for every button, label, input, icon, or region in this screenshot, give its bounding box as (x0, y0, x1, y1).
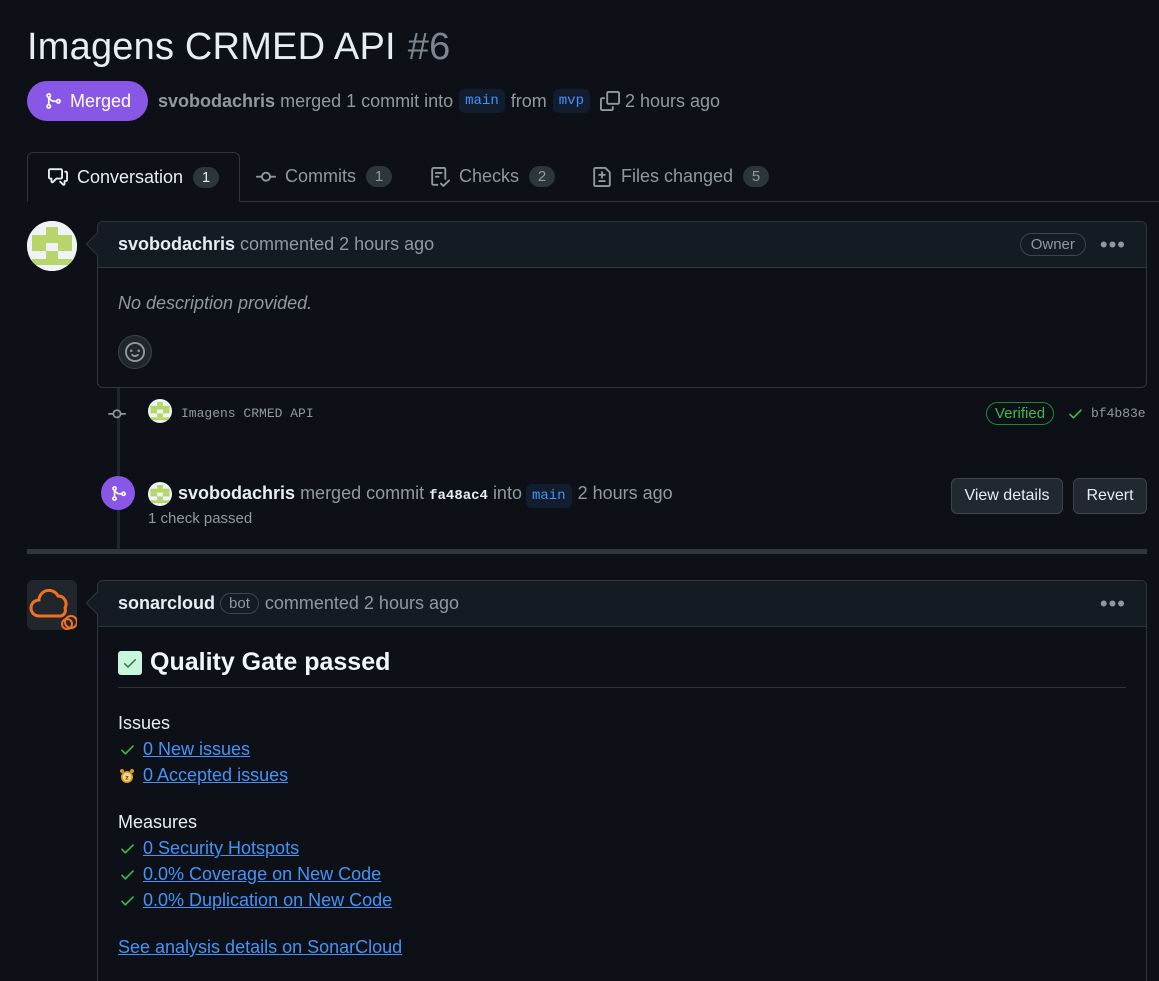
tab-counter: 5 (743, 166, 770, 187)
comment-body: No description provided. (118, 293, 313, 313)
comment-box: svobodachris commented 2 hours ago Owner… (85, 221, 1147, 388)
revert-button[interactable]: Revert (1073, 478, 1147, 514)
merge-event-text: svobodachris merged commit fa48ac4 into m… (178, 483, 673, 508)
identicon-icon (27, 221, 77, 271)
tab-label: Files changed (621, 166, 734, 186)
avatar[interactable] (148, 399, 172, 423)
merge-time: 2 hours ago (577, 483, 673, 503)
tab-counter: 1 (193, 166, 220, 188)
check-icon (1069, 409, 1082, 419)
pr-number: #6 (407, 26, 451, 68)
quality-gate-text: Quality Gate passed (150, 648, 391, 676)
commit-row: Imagens CRMED API Verified bf4b83e (97, 398, 1147, 428)
tab-label: Commits (285, 166, 356, 186)
from-text: from (510, 90, 547, 111)
file-diff-icon (593, 166, 611, 187)
avatar[interactable] (148, 482, 172, 506)
accepted-issues-link[interactable]: 0 Accepted issues (143, 765, 288, 786)
git-commit-icon (108, 409, 126, 419)
merge-commit-sha[interactable]: fa48ac4 (429, 488, 488, 504)
view-details-button[interactable]: View details (951, 478, 1063, 514)
list-item: 0.0% Coverage on New Code (118, 864, 381, 885)
owner-badge: Owner (1019, 233, 1086, 256)
alarm-clock-icon: z (118, 768, 136, 784)
timeline-divider (27, 549, 1147, 554)
merged-state-label: Merged (70, 90, 132, 111)
duplication-link[interactable]: 0.0% Duplication on New Code (143, 890, 392, 911)
list-item: 0 New issues (118, 739, 250, 760)
git-commit-icon (256, 171, 276, 182)
smiley-icon (125, 342, 145, 362)
list-item: z 0 Accepted issues (118, 765, 288, 786)
commit-message[interactable]: Imagens CRMED API (181, 406, 314, 421)
git-merge-icon (111, 485, 126, 501)
sonarcloud-logo-icon (27, 580, 77, 630)
comment-author[interactable]: svobodachris (118, 234, 235, 255)
comment-caret (85, 232, 109, 256)
pr-author-link[interactable]: svobodachris (158, 91, 275, 112)
copy-icon[interactable] (599, 91, 620, 111)
check-icon (118, 892, 136, 909)
heading-divider (118, 687, 1126, 688)
security-hotspots-link[interactable]: 0 Security Hotspots (143, 838, 299, 859)
tab-checks[interactable]: Checks 2 (430, 152, 556, 201)
pr-title: Imagens CRMED API #6 (27, 26, 450, 69)
merge-branch[interactable]: main (525, 484, 572, 508)
tab-files-changed[interactable]: Files changed 5 (592, 152, 770, 201)
comment-header: svobodachris commented 2 hours ago Owner… (85, 222, 1146, 268)
comment-timestamp: commented 2 hours ago (240, 234, 435, 254)
svg-text:z: z (125, 774, 129, 781)
tab-conversation[interactable]: Conversation 1 (27, 152, 241, 202)
merge-text-2: into (492, 483, 522, 503)
commit-sha[interactable]: bf4b83e (1091, 406, 1146, 421)
tab-counter: 2 (529, 166, 556, 187)
checkbox-checked-icon (118, 650, 142, 675)
avatar[interactable] (27, 221, 77, 271)
checklist-icon (431, 166, 450, 187)
tab-label: Checks (459, 166, 520, 186)
coverage-link[interactable]: 0.0% Coverage on New Code (143, 864, 381, 885)
tab-commits[interactable]: Commits 1 (256, 152, 392, 201)
quality-gate-heading: Quality Gate passed (118, 648, 390, 677)
kebab-menu-icon[interactable]: ••• (1100, 233, 1126, 255)
analysis-details-link[interactable]: See analysis details on SonarCloud (118, 937, 402, 958)
pr-title-text: Imagens CRMED API (27, 26, 396, 68)
comment-discussion-icon (48, 168, 68, 186)
git-merge-icon (46, 93, 61, 109)
tab-counter: 1 (366, 166, 392, 187)
merge-author[interactable]: svobodachris (178, 483, 295, 503)
check-icon (118, 741, 136, 758)
bot-badge: bot (220, 593, 259, 614)
merged-text: merged 1 commit into (280, 90, 454, 111)
merge-text-1: merged commit (300, 483, 425, 503)
base-branch[interactable]: main (459, 89, 505, 113)
measures-label: Measures (118, 812, 198, 832)
identicon-icon (150, 401, 170, 421)
add-reaction-button[interactable] (118, 335, 152, 369)
list-item: 0 Security Hotspots (118, 838, 299, 859)
list-item: 0.0% Duplication on New Code (118, 890, 392, 911)
comment-timestamp: commented 2 hours ago (264, 593, 459, 613)
merged-state-badge: Merged (27, 81, 149, 121)
new-issues-link[interactable]: 0 New issues (143, 739, 250, 760)
check-icon (118, 840, 136, 857)
tab-label: Conversation (77, 166, 184, 187)
pr-time: 2 hours ago (624, 90, 721, 111)
comment-author[interactable]: sonarcloud (118, 593, 215, 614)
checks-status[interactable]: 1 check passed (148, 510, 252, 527)
comment-header: sonarcloud bot commented 2 hours ago ••• (85, 581, 1146, 627)
merge-event-badge (101, 476, 135, 510)
check-icon (118, 866, 136, 883)
pr-meta: Merged svobodachris merged 1 commit into… (27, 81, 720, 121)
head-branch[interactable]: mvp (552, 89, 590, 113)
kebab-menu-icon[interactable]: ••• (1100, 592, 1126, 614)
issues-label: Issues (118, 713, 171, 733)
list-item: See analysis details on SonarCloud (118, 937, 402, 958)
identicon-icon (150, 484, 170, 504)
verified-badge[interactable]: Verified (986, 402, 1055, 425)
comment-caret (85, 591, 109, 615)
pr-tabs: Conversation 1 Commits 1 Checks 2 Files … (27, 152, 1159, 202)
avatar[interactable] (27, 580, 77, 630)
